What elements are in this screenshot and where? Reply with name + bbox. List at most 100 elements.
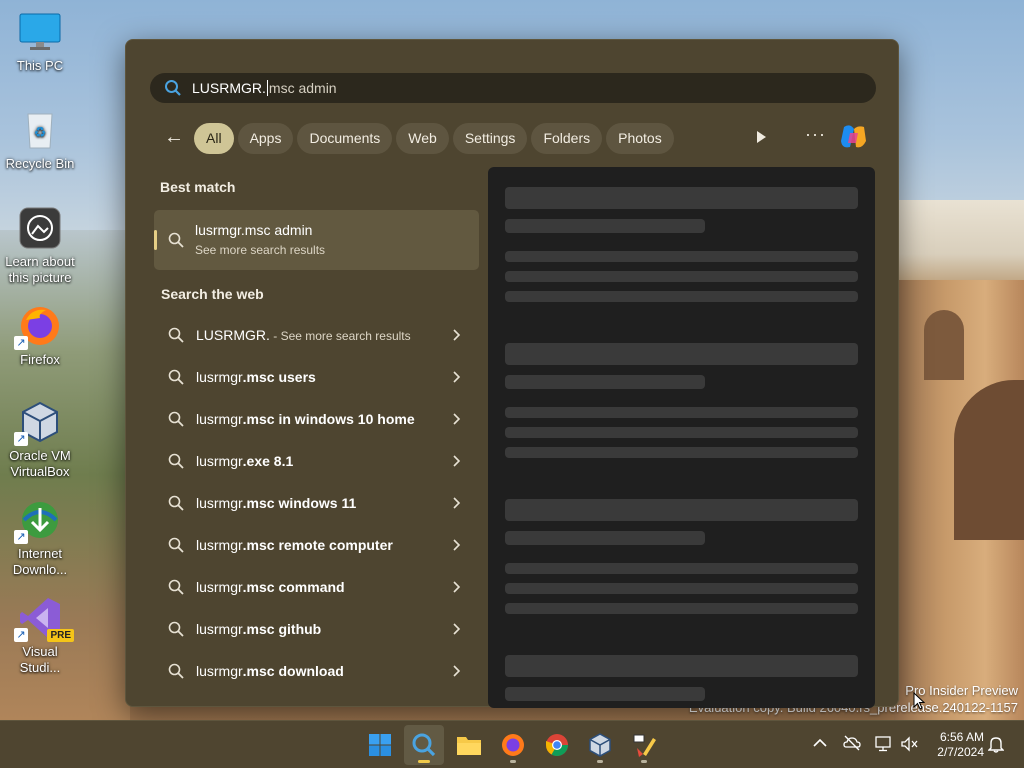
web-result[interactable]: lusrmgr.msc users <box>154 357 479 397</box>
search-icon <box>168 495 184 511</box>
shortcut-arrow-icon: ↗ <box>14 530 28 544</box>
desktop-icon-label: Internet Downlo... <box>12 546 68 577</box>
desktop-icon-internet-download-manager[interactable]: ↗ Internet Downlo... <box>2 498 78 578</box>
web-result[interactable]: lusrmgr.msc github <box>154 609 479 649</box>
search-icon <box>168 232 184 248</box>
search-query-suggestion: msc admin <box>268 80 337 96</box>
desktop-icon-label: This PC <box>16 58 64 73</box>
chevron-right-icon <box>453 371 461 383</box>
search-icon <box>168 537 184 553</box>
filter-bar: ← All Apps Documents Web Settings Folder… <box>158 122 678 154</box>
filter-documents[interactable]: Documents <box>297 122 393 154</box>
skeleton-bar <box>505 187 858 209</box>
network-icon[interactable] <box>875 736 893 752</box>
skeleton-bar <box>505 655 858 677</box>
filter-settings[interactable]: Settings <box>452 122 528 154</box>
skeleton-bar <box>505 343 858 365</box>
desktop-icon-this-pc[interactable]: This PC <box>2 10 78 74</box>
shortcut-arrow-icon: ↗ <box>14 432 28 446</box>
clock-time: 6:56 AM <box>939 730 984 744</box>
web-result-suffix: .msc github <box>242 621 322 637</box>
monitor-icon <box>18 10 62 54</box>
onedrive-off-icon[interactable] <box>843 735 861 751</box>
taskbar-search-button[interactable] <box>404 725 444 765</box>
web-result[interactable]: lusrmgr.msc download <box>154 651 479 691</box>
chevron-right-icon <box>453 455 461 467</box>
desktop-icon-recycle-bin[interactable]: ♻ Recycle Bin <box>2 108 78 172</box>
search-icon <box>168 327 184 343</box>
chevron-right-icon <box>453 497 461 509</box>
search-input[interactable]: LUSRMGR. msc admin <box>150 73 876 103</box>
wallpaper-arch-small <box>924 310 964 380</box>
search-icon <box>165 80 181 96</box>
web-result-prefix: lusrmgr <box>196 621 243 637</box>
web-result[interactable]: lusrmgr.msc in windows 10 home <box>154 399 479 439</box>
virtualbox-icon <box>589 733 611 757</box>
skeleton-bar <box>505 583 858 594</box>
wallpaper-arch <box>954 380 1024 540</box>
filter-all[interactable]: All <box>194 122 234 154</box>
web-result-prefix: LUSRMGR. <box>196 327 270 343</box>
notification-bell-icon[interactable] <box>988 735 1004 753</box>
search-icon <box>168 663 184 679</box>
start-button[interactable] <box>360 725 400 765</box>
web-result-suffix: .msc remote computer <box>242 537 393 553</box>
search-icon <box>168 369 184 385</box>
filter-apps[interactable]: Apps <box>237 122 294 154</box>
desktop-icon-label: Learn about this picture <box>5 254 75 285</box>
volume-muted-icon[interactable] <box>901 736 919 752</box>
chevron-right-icon <box>453 581 461 593</box>
desktop-icon-visual-studio[interactable]: ↗ PRE Visual Studi... <box>2 596 78 676</box>
skeleton-bar <box>505 375 705 389</box>
taskbar-firefox[interactable] <box>493 725 533 765</box>
filter-photos[interactable]: Photos <box>606 122 674 154</box>
desktop-icon-firefox[interactable]: ↗ Firefox <box>2 304 78 368</box>
filter-folders[interactable]: Folders <box>531 122 603 154</box>
web-result[interactable]: LUSRMGR. - See more search results <box>154 315 479 355</box>
shortcut-arrow-icon: ↗ <box>14 628 28 642</box>
play-icon[interactable] <box>753 129 769 145</box>
best-match-result[interactable]: lusrmgr.msc admin See more search result… <box>154 210 479 270</box>
search-icon <box>168 411 184 427</box>
camera-info-icon <box>18 206 62 250</box>
running-indicator <box>641 760 647 763</box>
chevron-up-icon[interactable] <box>813 738 827 748</box>
preview-pane-loading <box>488 167 875 708</box>
web-result-hint: - See more search results <box>269 329 411 343</box>
virtualbox-cube-icon: ↗ <box>14 400 62 446</box>
web-result[interactable]: lusrmgr.msc command <box>154 567 479 607</box>
web-result[interactable]: lusrmgr.msc remote computer <box>154 525 479 565</box>
search-icon <box>168 621 184 637</box>
clock-date: 2/7/2024 <box>937 745 984 759</box>
web-result[interactable]: lusrmgr.msc windows 11 <box>154 483 479 523</box>
more-options-button[interactable]: ··· <box>805 124 826 145</box>
copilot-icon[interactable] <box>838 121 870 153</box>
system-clock[interactable]: 6:56 AM 2/7/2024 <box>937 730 984 760</box>
taskbar-chrome[interactable] <box>537 725 577 765</box>
search-icon <box>412 733 436 757</box>
desktop-icon-learn-about-picture[interactable]: Learn about this picture <box>2 206 78 286</box>
back-arrow-icon[interactable]: ← <box>158 122 190 154</box>
firefox-icon <box>502 734 524 756</box>
desktop-icon-virtualbox[interactable]: ↗ Oracle VM VirtualBox <box>2 400 78 480</box>
skeleton-bar <box>505 291 858 302</box>
best-match-heading: Best match <box>160 179 236 195</box>
taskbar-paint[interactable] <box>624 725 664 765</box>
wallpaper-town <box>894 200 1024 290</box>
best-match-subtitle: See more search results <box>195 243 326 257</box>
windows-logo-icon <box>369 734 391 756</box>
visual-studio-icon: ↗ PRE <box>14 596 74 642</box>
filter-web[interactable]: Web <box>396 122 449 154</box>
web-result-suffix: .msc in windows 10 home <box>242 411 415 427</box>
globe-download-icon: ↗ <box>14 498 62 544</box>
taskbar-file-explorer[interactable] <box>449 725 489 765</box>
skeleton-bar <box>505 447 858 458</box>
skeleton-bar <box>505 407 858 418</box>
taskbar-virtualbox[interactable] <box>580 725 620 765</box>
web-result[interactable]: lusrmgr.exe 8.1 <box>154 441 479 481</box>
active-indicator <box>418 760 430 763</box>
skeleton-bar <box>505 271 858 282</box>
web-result-suffix: .msc windows 11 <box>242 495 357 511</box>
desktop-icon-label: Visual Studi... <box>19 644 61 675</box>
skeleton-bar <box>505 531 705 545</box>
